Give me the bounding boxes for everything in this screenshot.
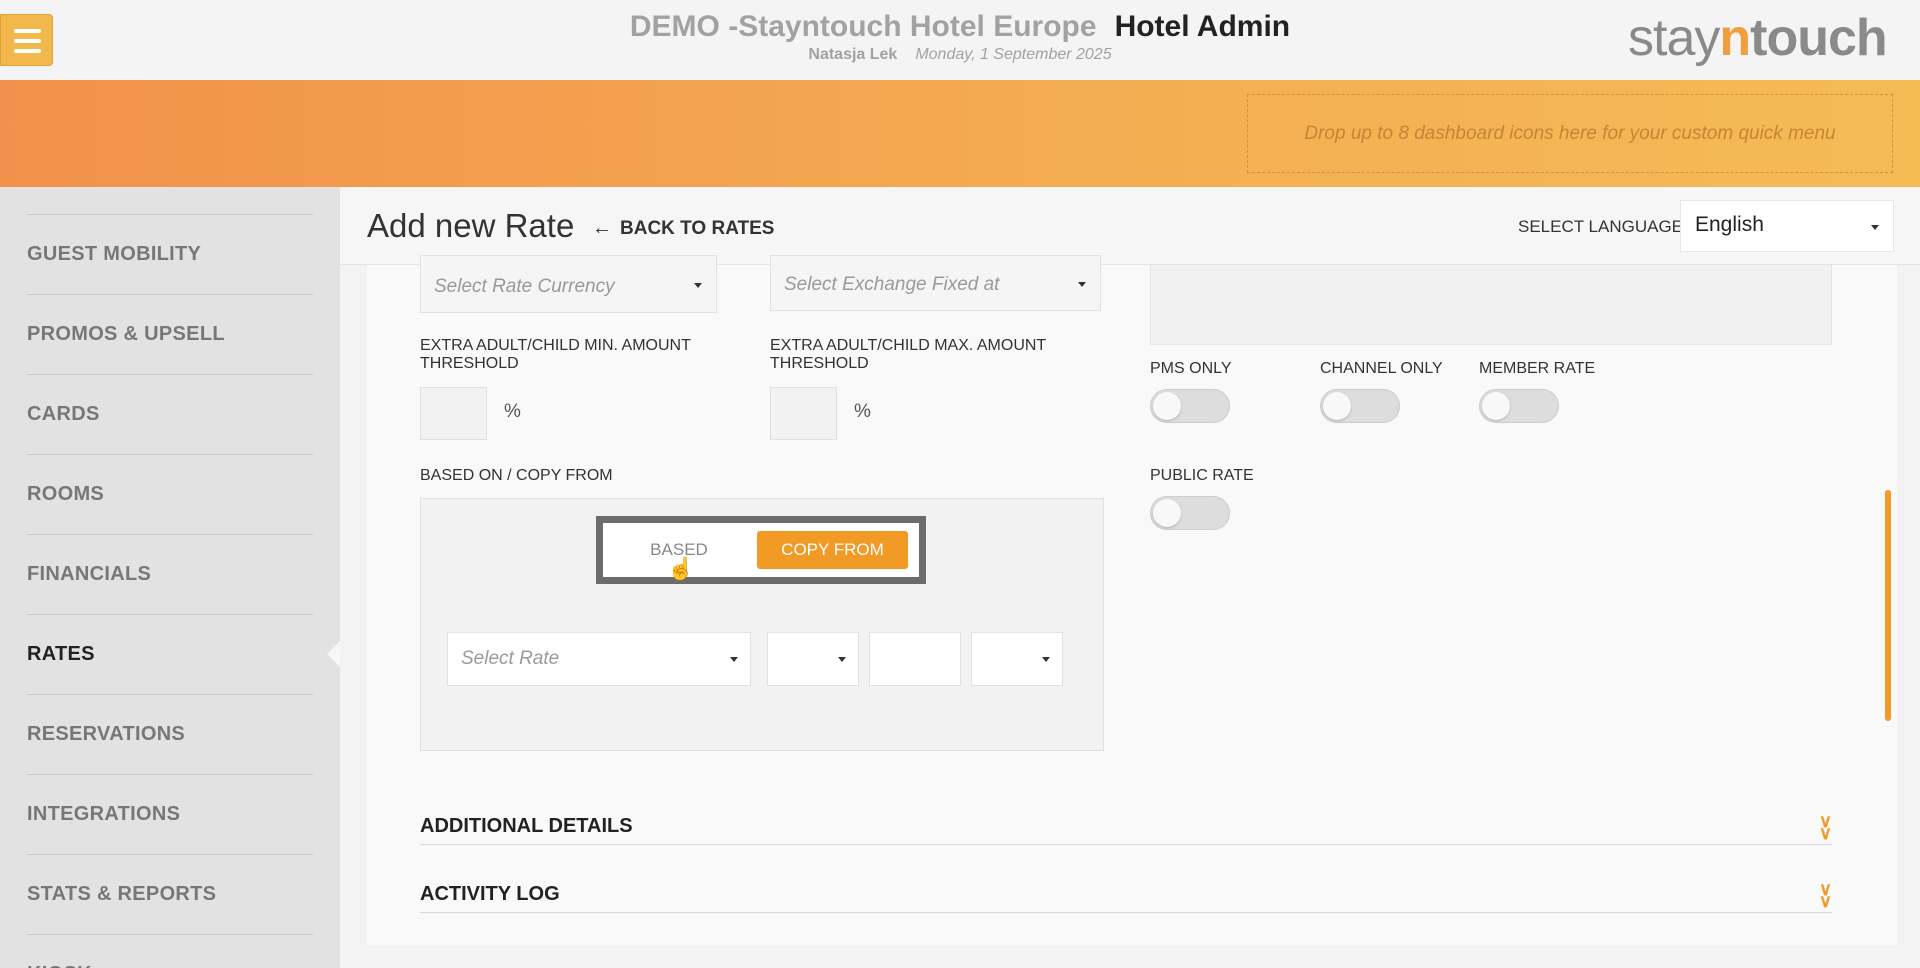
member-rate-label: MEMBER RATE [1479, 360, 1596, 377]
double-chevron-down-icon: ∨ ∨ [1818, 811, 1832, 843]
quick-menu-dropzone[interactable]: Drop up to 8 dashboard icons here for yo… [1247, 94, 1893, 173]
sidebar-item-kiosk[interactable]: KIOSK [27, 934, 313, 968]
copy-from-option-button[interactable]: COPY FROM [757, 531, 908, 569]
user-name: Natasja Lek [808, 46, 898, 63]
rate-form: Select Rate Currency Select Exchange Fix… [367, 255, 1897, 945]
channel-only-toggle[interactable] [1320, 389, 1400, 423]
rate-currency-select[interactable]: Select Rate Currency [420, 255, 717, 313]
activity-log-section[interactable]: ACTIVITY LOG ∨ ∨ [420, 877, 1832, 913]
percent-sign: % [854, 401, 871, 422]
page-header: Add new Rate ← BACK TO RATES SELECT LANGU… [340, 187, 1920, 265]
sidebar-item-stats-reports[interactable]: STATS & REPORTS [27, 854, 313, 934]
pms-only-label: PMS ONLY [1150, 360, 1232, 377]
sidebar-item-financials[interactable]: FINANCIALS [27, 534, 313, 614]
sidebar-item-rooms[interactable]: ROOMS [27, 454, 313, 534]
admin-sidebar: GUEST MOBILITY PROMOS & UPSELL CARDS ROO… [0, 187, 340, 968]
stayntouch-logo: stayntouch [1628, 9, 1888, 67]
sidebar-item-cards[interactable]: CARDS [27, 374, 313, 454]
description-box[interactable] [1150, 265, 1832, 345]
channel-only-label: CHANNEL ONLY [1320, 360, 1443, 377]
public-rate-label: PUBLIC RATE [1150, 467, 1254, 484]
min-threshold-label: EXTRA ADULT/CHILD MIN. AMOUNT THRESHOLD [420, 337, 691, 372]
top-header: DEMO -Stayntouch Hotel Europe Hotel Admin… [0, 0, 1920, 80]
sidebar-item-reservations[interactable]: RESERVATIONS [27, 694, 313, 774]
adjustment-amount-input[interactable] [869, 632, 961, 686]
member-rate-toggle[interactable] [1479, 389, 1559, 423]
max-threshold-input[interactable] [770, 387, 837, 440]
sidebar-item-guest-mobility[interactable]: GUEST MOBILITY [27, 214, 313, 294]
caret-down-icon [730, 657, 738, 662]
language-label: SELECT LANGUAGE [1518, 217, 1684, 236]
back-to-rates-link[interactable]: ← BACK TO RATES [592, 217, 774, 240]
caret-down-icon [838, 657, 846, 662]
sidebar-item-promos-upsell[interactable]: PROMOS & UPSELL [27, 294, 313, 374]
additional-details-section[interactable]: ADDITIONAL DETAILS ∨ ∨ [420, 809, 1832, 845]
main-panel: Add new Rate ← BACK TO RATES SELECT LANGU… [340, 187, 1920, 968]
hotel-name: DEMO -Stayntouch Hotel Europe [629, 10, 1097, 43]
active-item-pointer [327, 640, 340, 668]
sidebar-item-rates[interactable]: RATES [27, 614, 313, 694]
arrow-left-icon: ← [592, 217, 612, 239]
app-title: Hotel Admin [1114, 10, 1291, 43]
pms-only-toggle[interactable] [1150, 389, 1230, 423]
language-select[interactable]: English [1680, 200, 1894, 252]
vertical-scrollbar[interactable] [1885, 490, 1891, 721]
caret-down-icon [694, 283, 702, 288]
quick-menu-bar: Drop up to 8 dashboard icons here for yo… [0, 80, 1920, 187]
page-title: Add new Rate [367, 207, 575, 244]
business-date: Monday, 1 September 2025 [915, 46, 1112, 63]
caret-down-icon [1078, 282, 1086, 287]
based-copy-panel: BASED COPY FROM ☝ Select Rate [420, 498, 1104, 751]
double-chevron-down-icon: ∨ ∨ [1818, 879, 1832, 911]
percent-sign: % [504, 401, 521, 422]
based-copy-label: BASED ON / COPY FROM [420, 467, 613, 484]
caret-down-icon [1871, 225, 1879, 230]
caret-down-icon [1042, 657, 1050, 662]
sidebar-item-integrations[interactable]: INTEGRATIONS [27, 774, 313, 854]
max-threshold-label: EXTRA ADULT/CHILD MAX. AMOUNT THRESHOLD [770, 337, 1047, 372]
exchange-fixed-select[interactable]: Select Exchange Fixed at [770, 255, 1101, 311]
adjustment-type-select[interactable] [767, 632, 859, 686]
adjustment-unit-select[interactable] [971, 632, 1063, 686]
public-rate-toggle[interactable] [1150, 496, 1230, 530]
select-rate-dropdown[interactable]: Select Rate [447, 632, 751, 686]
min-threshold-input[interactable] [420, 387, 487, 440]
based-copy-switch: BASED COPY FROM [596, 516, 926, 584]
hand-cursor-icon: ☝ [667, 556, 695, 581]
